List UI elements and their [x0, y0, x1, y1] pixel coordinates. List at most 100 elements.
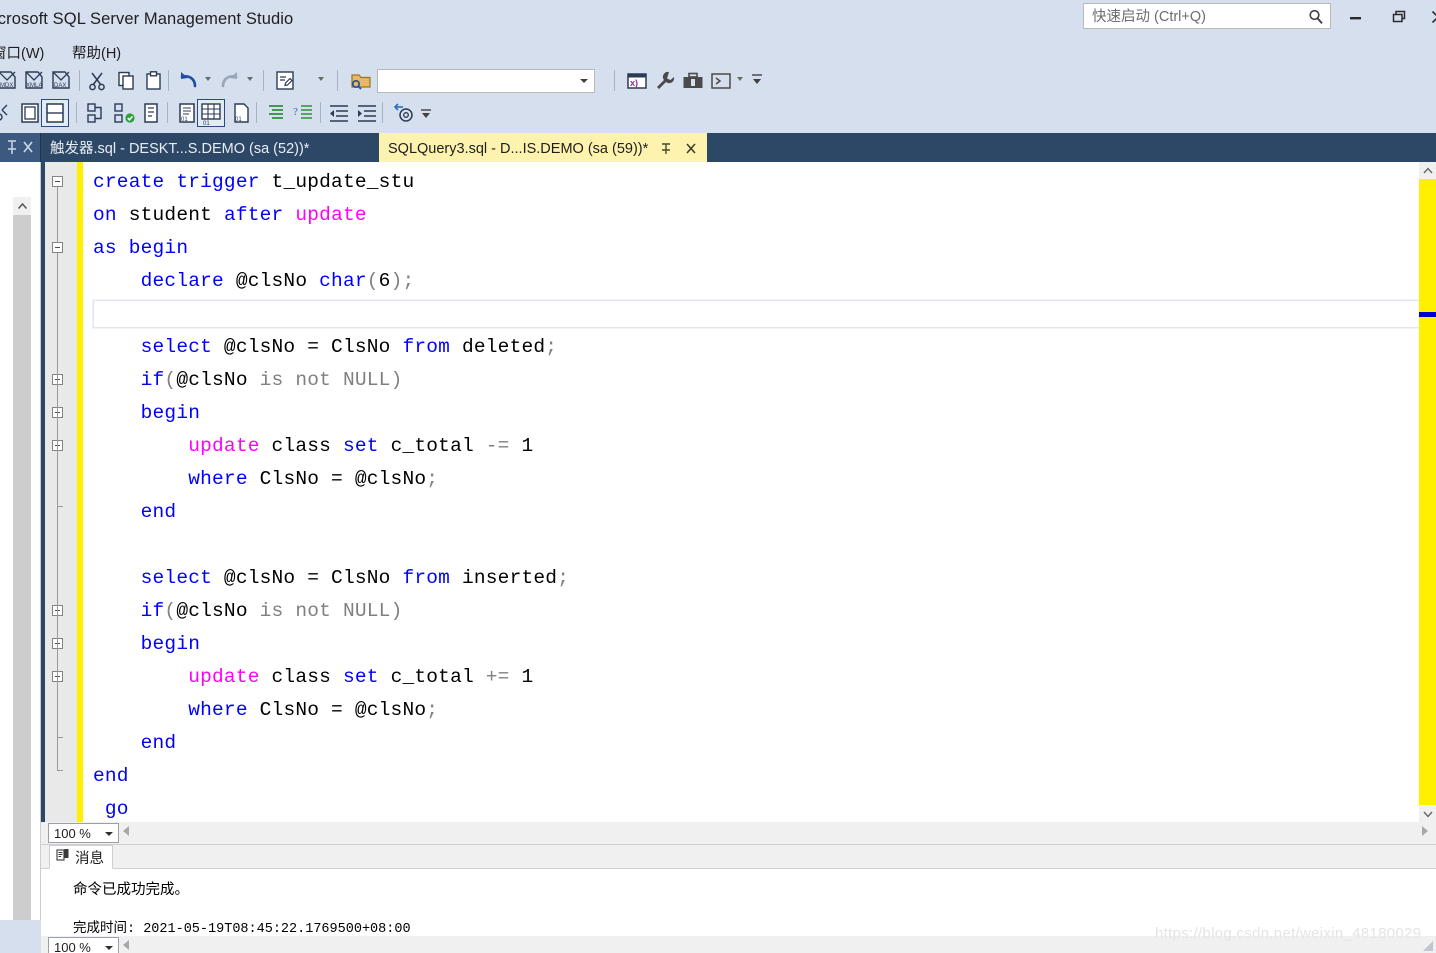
fold-toggle-icon[interactable] [52, 242, 63, 253]
toolbar-overflow-button[interactable] [750, 71, 764, 89]
code-line: if(@clsNo is not NULL) [93, 595, 403, 628]
pin-icon[interactable] [4, 138, 20, 156]
code-line: if(@clsNo is not NULL) [93, 364, 403, 397]
paste-button[interactable] [141, 68, 167, 94]
code-text-area[interactable]: create trigger t_update_stu on student af… [83, 162, 1436, 822]
available-databases-button[interactable] [17, 100, 43, 126]
open-folder-icon [351, 74, 371, 90]
scrollbar-change-track[interactable] [1419, 179, 1436, 805]
parse-check-icon [87, 103, 102, 123]
results-zoom-label: 100 % [54, 939, 91, 953]
quick-launch-input[interactable] [1090, 6, 1294, 28]
tab-trigger-sql[interactable]: 触发器.sql - DESKT...S.DEMO (sa (52))* [41, 133, 319, 162]
outline-guide [57, 187, 58, 242]
paste-icon [146, 71, 161, 90]
sql-editor[interactable]: create trigger t_update_stu on student af… [41, 162, 1436, 822]
code-token: @clsNo = ClsNo [223, 567, 403, 589]
editor-vertical-scrollbar[interactable] [1419, 162, 1436, 822]
copy-icon [118, 71, 134, 90]
editor-zoom-combo[interactable]: 100 % [48, 823, 119, 843]
undo-button[interactable] [176, 68, 202, 94]
close-button[interactable] [1424, 6, 1436, 28]
decrease-indent-button[interactable] [326, 100, 352, 126]
restore-icon [1392, 10, 1407, 24]
fold-toggle-icon[interactable] [52, 176, 63, 187]
object-explorer-button[interactable]: x) [624, 68, 650, 94]
scroll-up-icon[interactable] [1419, 162, 1436, 179]
results-to-grid-button[interactable]: 01 [197, 99, 225, 127]
close-icon[interactable] [20, 138, 36, 156]
code-token: is not NULL [259, 369, 391, 391]
toolbar-separator [614, 70, 615, 91]
toolbar-secondary: 01 01 01 ? [0, 97, 1436, 128]
left-panel-scrollbar[interactable] [13, 197, 31, 953]
code-token: ) [390, 369, 403, 391]
execute-toggle-button[interactable] [41, 99, 69, 127]
copy-button[interactable] [114, 68, 140, 94]
parse-button[interactable] [83, 100, 109, 126]
restore-button[interactable] [1385, 6, 1413, 28]
scrollbar-thumb[interactable] [13, 215, 31, 953]
properties-window-button[interactable] [652, 68, 678, 94]
cut-button[interactable] [85, 68, 111, 94]
quick-launch-box[interactable] [1083, 3, 1331, 29]
menu-item-window[interactable]: 窗口(W) [0, 42, 44, 63]
toolbox-button[interactable] [680, 68, 706, 94]
new-query-dropdown-arrow[interactable] [318, 77, 324, 81]
uncomment-lines-button[interactable]: ? [291, 100, 317, 126]
undo-dropdown-arrow[interactable] [205, 77, 211, 81]
tab-label: 触发器.sql - DESKT...S.DEMO (sa (52))* [50, 141, 310, 157]
scroll-right-icon[interactable] [1422, 826, 1428, 836]
connect-icon [0, 104, 8, 121]
pin-icon[interactable] [658, 141, 673, 157]
results-to-file-button[interactable]: 01 [228, 100, 254, 126]
comment-lines-button[interactable] [263, 100, 289, 126]
results-to-grid-icon: 01 [201, 103, 221, 127]
minimize-button[interactable] [1342, 6, 1370, 28]
scroll-left-icon[interactable] [123, 826, 129, 836]
command-prompt-button[interactable] [708, 68, 734, 94]
toolbar-overflow-button-2[interactable] [419, 107, 433, 125]
outline-guide [57, 682, 58, 704]
chevron-double-down-icon [752, 74, 762, 84]
code-line: go [93, 793, 129, 822]
editor-zoom-label: 100 % [54, 825, 91, 841]
close-icon[interactable] [683, 141, 698, 157]
code-line: select @clsNo = ClsNo from deleted; [93, 331, 557, 364]
code-token: ; [545, 336, 558, 358]
code-token: as [93, 237, 129, 259]
left-dock-panel [0, 162, 41, 953]
app-title: icrosoft SQL Server Management Studio [0, 10, 294, 28]
new-query-button[interactable] [272, 68, 298, 94]
resize-grip-icon[interactable] [1420, 938, 1434, 952]
results-tab-label: 消息 [75, 850, 104, 867]
specify-values-button[interactable] [390, 100, 416, 126]
new-query-mdx-button[interactable]: MDX [0, 68, 20, 94]
console-dropdown-arrow[interactable] [737, 77, 743, 81]
menu-item-help[interactable]: 帮助(H) [72, 42, 121, 63]
code-token: begin [93, 633, 201, 655]
code-token: @clsNo [176, 369, 260, 391]
toolbar-separator [263, 70, 264, 91]
scroll-up-icon[interactable] [13, 197, 31, 215]
include-actual-plan-button[interactable] [139, 100, 165, 126]
increase-indent-button[interactable] [354, 100, 380, 126]
wrench-icon [657, 71, 675, 89]
new-query-xmla-button[interactable]: XMLA [21, 68, 47, 94]
results-to-file-icon: 01 [234, 103, 249, 123]
open-file-button[interactable] [348, 68, 374, 94]
results-zoom-combo[interactable]: 100 % [48, 937, 119, 953]
code-line: where ClsNo = @clsNo; [93, 463, 438, 496]
scroll-left-icon[interactable] [123, 940, 129, 950]
database-selector-combo[interactable] [377, 69, 595, 93]
scroll-down-icon[interactable] [1419, 805, 1436, 822]
tab-sqlquery3-sql[interactable]: SQLQuery3.sql - D...IS.DEMO (sa (59))* [379, 133, 708, 162]
new-query-dax-button[interactable]: DAX [48, 68, 74, 94]
outline-guide-end [57, 506, 63, 507]
outline-guide [57, 385, 58, 407]
connect-button[interactable] [0, 100, 18, 126]
display-estimated-plan-button[interactable] [111, 100, 137, 126]
redo-dropdown-arrow[interactable] [247, 77, 253, 81]
tab-messages[interactable]: 消息 [49, 845, 113, 869]
code-token: deleted [461, 336, 546, 358]
